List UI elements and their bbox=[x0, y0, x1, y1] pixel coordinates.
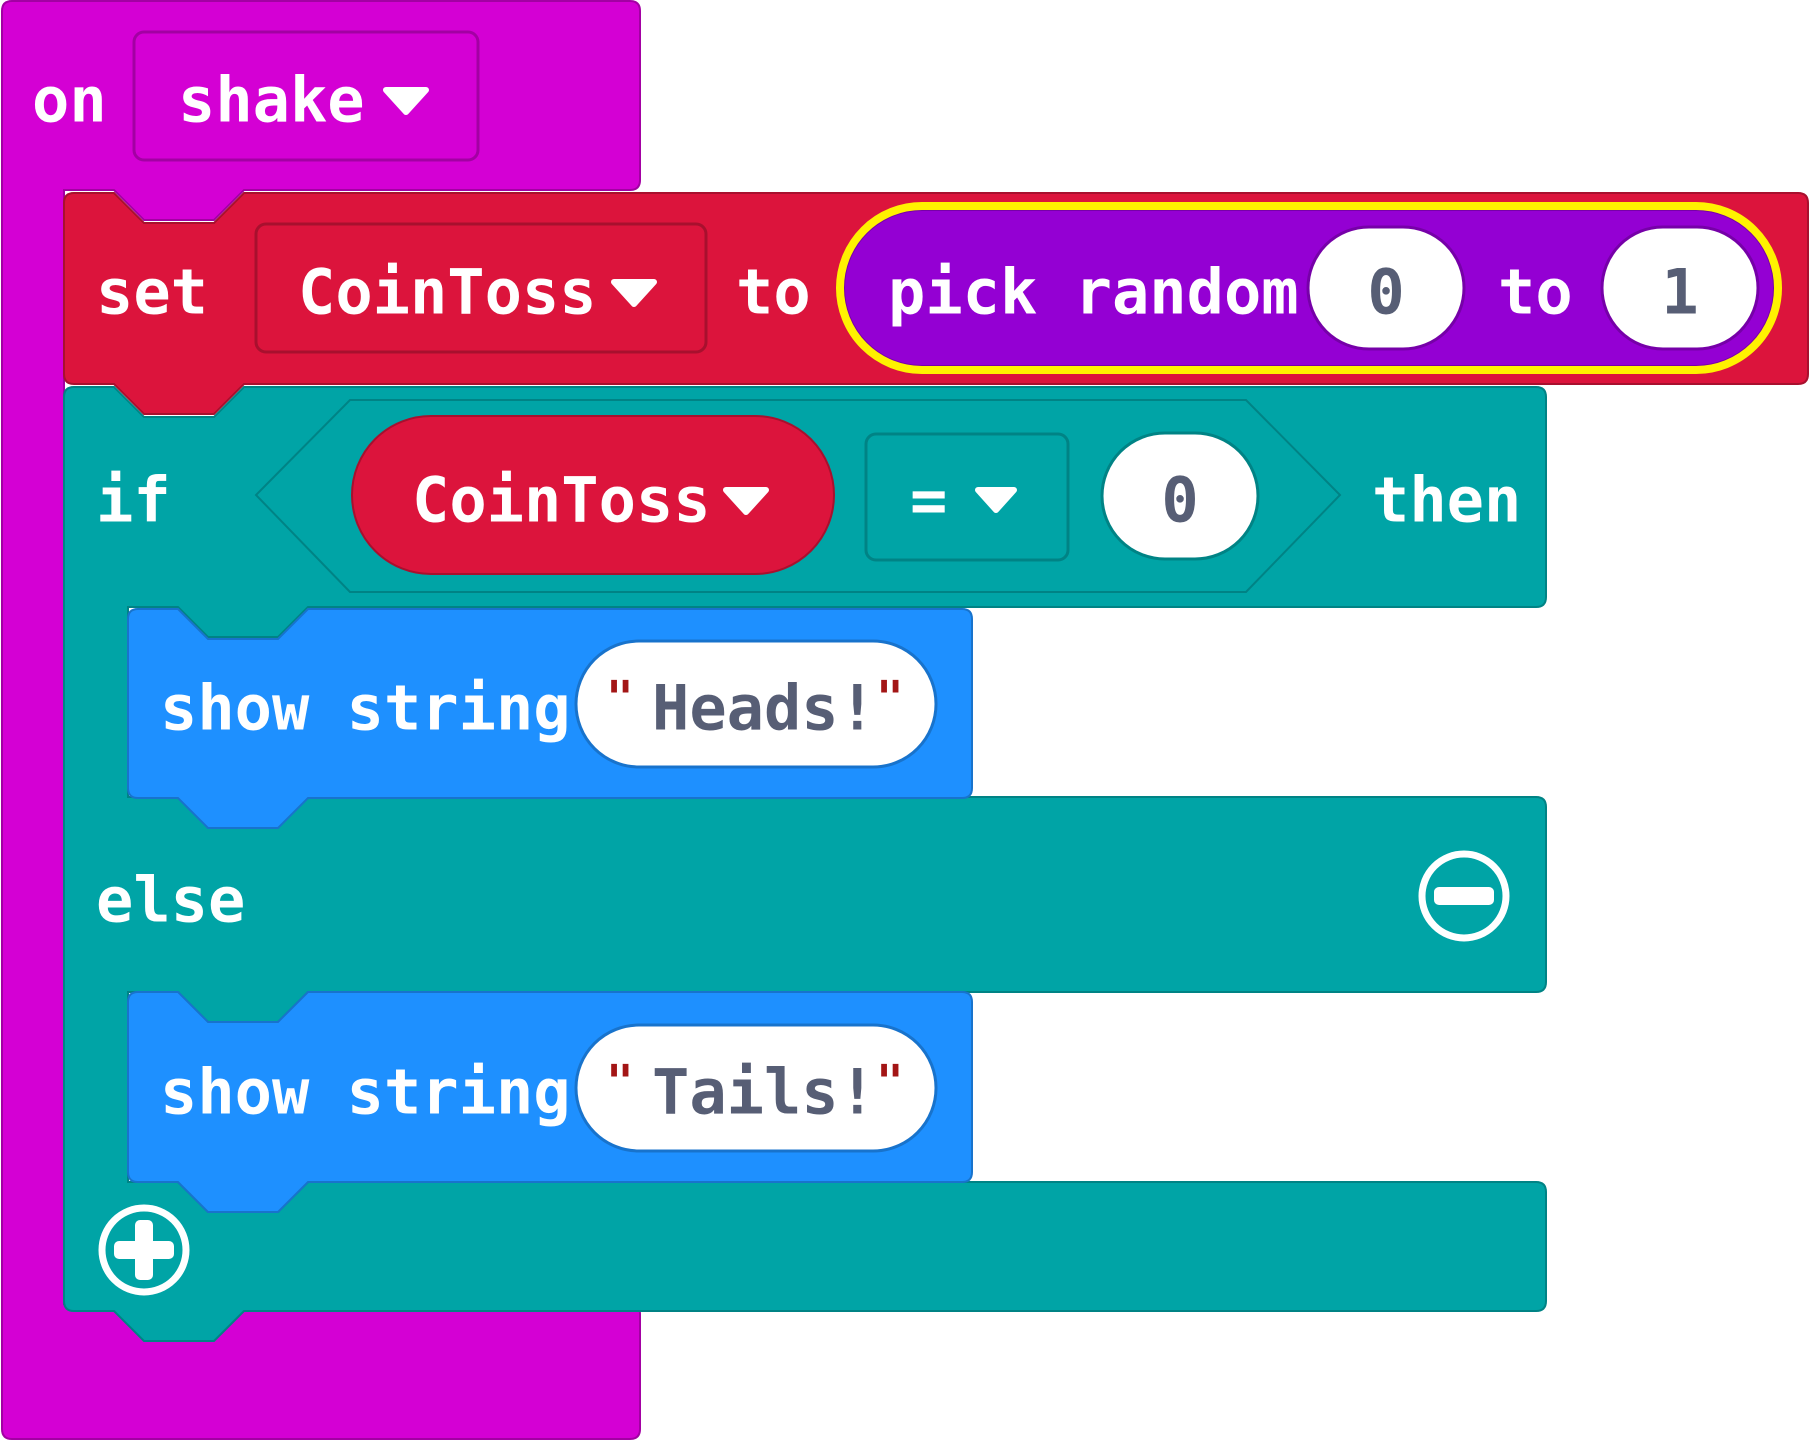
tails-string-input[interactable]: " Tails! " bbox=[574, 1023, 938, 1153]
compare-value: 0 bbox=[1161, 464, 1198, 537]
random-max-value: 1 bbox=[1661, 256, 1698, 329]
gesture-dropdown[interactable]: shake bbox=[132, 30, 480, 162]
if-keyword: if bbox=[96, 464, 171, 537]
set-variable-block[interactable]: set CoinToss to pick random 0 to 1 bbox=[63, 192, 1809, 415]
block-workspace: on shake set CoinToss to pick random 0 t… bbox=[1, 0, 1809, 1440]
then-keyword: then bbox=[1372, 464, 1521, 537]
quote-open: " bbox=[606, 1055, 634, 1109]
gesture-value: shake bbox=[178, 64, 365, 137]
quote-close: " bbox=[876, 671, 904, 725]
pick-random-block[interactable]: pick random 0 to 1 bbox=[836, 202, 1782, 374]
operator-value: = bbox=[910, 464, 947, 537]
show-string-label: show string bbox=[160, 1056, 571, 1129]
plus-circle-icon[interactable] bbox=[98, 1204, 190, 1296]
pick-random-label: pick random bbox=[888, 256, 1299, 329]
random-min-value: 0 bbox=[1367, 256, 1404, 329]
set-keyword: set bbox=[96, 256, 208, 329]
variable-dropdown[interactable]: CoinToss bbox=[254, 222, 708, 354]
show-string-tails-block[interactable]: show string " Tails! " bbox=[127, 991, 973, 1213]
random-max-input[interactable]: 1 bbox=[1600, 225, 1760, 351]
on-keyword: on bbox=[32, 64, 107, 137]
compare-block[interactable]: CoinToss = 0 bbox=[254, 399, 1342, 593]
operator-dropdown[interactable]: = bbox=[864, 432, 1070, 562]
show-string-label: show string bbox=[160, 672, 571, 745]
variable-name: CoinToss bbox=[298, 256, 597, 329]
random-min-input[interactable]: 0 bbox=[1306, 225, 1466, 351]
show-string-heads-block[interactable]: show string " Heads! " bbox=[127, 608, 973, 829]
random-to-keyword: to bbox=[1498, 256, 1573, 329]
condition-variable-reporter[interactable]: CoinToss bbox=[351, 415, 835, 575]
else-keyword: else bbox=[96, 864, 245, 937]
to-keyword: to bbox=[736, 256, 811, 329]
tails-string-value: Tails! bbox=[652, 1056, 876, 1129]
if-else-block[interactable]: if CoinToss = 0 then show string " Heads… bbox=[63, 386, 1547, 1342]
quote-close: " bbox=[876, 1055, 904, 1109]
heads-string-input[interactable]: " Heads! " bbox=[574, 639, 938, 769]
condition-variable-name: CoinToss bbox=[412, 464, 711, 537]
quote-open: " bbox=[606, 671, 634, 725]
heads-string-value: Heads! bbox=[652, 672, 876, 745]
compare-value-input[interactable]: 0 bbox=[1100, 431, 1260, 561]
